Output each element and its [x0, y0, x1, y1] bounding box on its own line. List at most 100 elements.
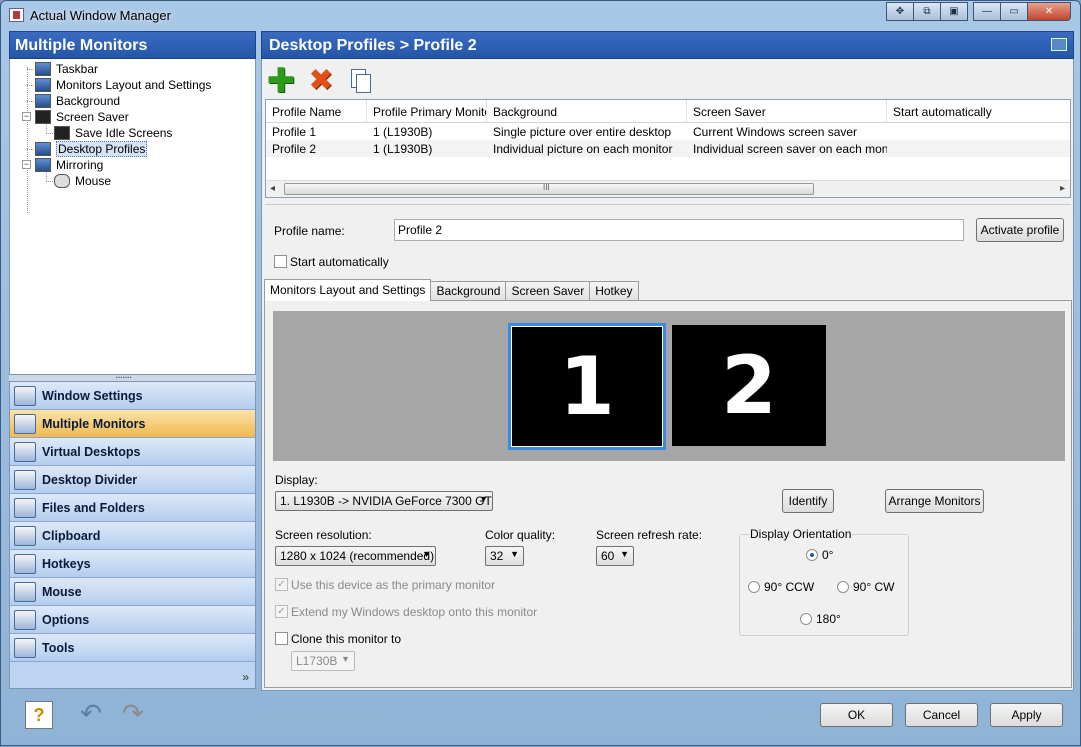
- table-horizontal-scrollbar[interactable]: ◂ ▸: [266, 180, 1070, 197]
- add-profile-button[interactable]: ✚: [266, 62, 296, 100]
- mirroring-icon: [35, 158, 51, 172]
- orientation-90cw-radio[interactable]: [837, 581, 849, 593]
- monitor-1[interactable]: 1: [508, 323, 666, 450]
- category-nav: Window Settings Multiple Monitors Virtua…: [9, 381, 256, 689]
- tree-item-taskbar[interactable]: Taskbar: [35, 61, 98, 77]
- extend-desktop-checkbox[interactable]: ✓: [275, 605, 288, 618]
- orientation-0-label: 0°: [822, 548, 834, 562]
- color-quality-select[interactable]: 32 ▼: [485, 546, 524, 566]
- chevron-down-icon: ▼: [422, 549, 431, 559]
- left-panel-title: Multiple Monitors: [9, 31, 256, 59]
- resolution-select[interactable]: 1280 x 1024 (recommended) ▼: [275, 546, 436, 566]
- refresh-rate-select[interactable]: 60 ▼: [596, 546, 634, 566]
- right-panel: ✚ ✖ Profile Name Profile Primary Monitor…: [261, 59, 1074, 691]
- multiple-monitors-icon: [14, 413, 36, 434]
- panel-options-icon[interactable]: [1051, 38, 1067, 51]
- primary-monitor-checkbox[interactable]: ✓: [275, 578, 288, 591]
- column-screen-saver[interactable]: Screen Saver: [687, 100, 887, 122]
- table-row[interactable]: Profile 2 1 (L1930B) Individual picture …: [266, 140, 1070, 157]
- tree-item-mirroring[interactable]: Mirroring: [35, 157, 103, 173]
- tree-item-monitors-layout[interactable]: Monitors Layout and Settings: [35, 77, 211, 93]
- profile-name-input[interactable]: Profile 2: [394, 219, 964, 241]
- nav-tools[interactable]: Tools: [10, 634, 255, 662]
- mouse-icon: [14, 581, 36, 602]
- column-start-automatically[interactable]: Start automatically: [887, 100, 1070, 122]
- nav-virtual-desktops[interactable]: Virtual Desktops: [10, 438, 255, 466]
- tab-background[interactable]: Background: [430, 281, 507, 301]
- help-icon[interactable]: ?: [25, 701, 53, 729]
- mirroring-collapse-toggle[interactable]: −: [22, 160, 31, 169]
- mouse-icon: [54, 174, 70, 188]
- move-icon[interactable]: ✥: [886, 2, 914, 21]
- undo-icon[interactable]: ↶: [77, 699, 105, 727]
- minimize-icon[interactable]: —: [973, 2, 1001, 21]
- monitor-2[interactable]: 2: [672, 325, 826, 446]
- close-icon[interactable]: ✕: [1027, 2, 1071, 21]
- copy-profile-button[interactable]: [346, 66, 376, 96]
- tab-monitors-layout[interactable]: Monitors Layout and Settings: [264, 279, 432, 301]
- nav-options[interactable]: Options: [10, 606, 255, 634]
- arrange-monitors-button[interactable]: Arrange Monitors: [885, 489, 984, 513]
- nav-window-settings[interactable]: Window Settings: [10, 382, 255, 410]
- orientation-0-radio[interactable]: [806, 549, 818, 561]
- extend-desktop-label: Extend my Windows desktop onto this moni…: [291, 605, 538, 619]
- footer-bar: ? ↶ ↷ OK Cancel Apply: [1, 691, 1081, 747]
- titlebar-extra-buttons: ✥ ⧉ ▣: [886, 2, 968, 22]
- activate-profile-button[interactable]: Activate profile: [976, 218, 1064, 242]
- tree-item-mouse[interactable]: Mouse: [54, 173, 111, 189]
- scroll-thumb[interactable]: [284, 183, 814, 195]
- redo-icon[interactable]: ↷: [119, 699, 147, 727]
- nav-desktop-divider[interactable]: Desktop Divider: [10, 466, 255, 494]
- apply-button[interactable]: Apply: [990, 703, 1063, 727]
- idle-screen-icon: [54, 126, 70, 140]
- orientation-180-radio[interactable]: [800, 613, 812, 625]
- options-icon: [14, 609, 36, 630]
- display-select[interactable]: 1. L1930B -> NVIDIA GeForce 7300 GT ▼: [275, 491, 493, 511]
- app-logo-icon: [9, 8, 24, 22]
- column-background[interactable]: Background: [487, 100, 687, 122]
- pin-icon[interactable]: ▣: [940, 2, 968, 21]
- minimize-to-tray-icon[interactable]: ⧉: [913, 2, 941, 21]
- cancel-button[interactable]: Cancel: [905, 703, 978, 727]
- nav-hotkeys[interactable]: Hotkeys: [10, 550, 255, 578]
- orientation-90ccw-radio[interactable]: [748, 581, 760, 593]
- chevron-down-icon: ▼: [341, 654, 350, 664]
- tab-hotkey[interactable]: Hotkey: [589, 281, 639, 301]
- table-row[interactable]: Profile 1 1 (L1930B) Single picture over…: [266, 123, 1070, 140]
- plus-icon: ✚: [266, 62, 296, 100]
- nav-multiple-monitors[interactable]: Multiple Monitors: [10, 410, 255, 438]
- column-primary-monitor[interactable]: Profile Primary Monitor: [367, 100, 487, 122]
- divider: [265, 204, 1071, 205]
- display-label: Display:: [275, 473, 318, 487]
- nav-clipboard[interactable]: Clipboard: [10, 522, 255, 550]
- clone-target-select[interactable]: L1730B ▼: [291, 651, 355, 671]
- tab-screen-saver[interactable]: Screen Saver: [505, 281, 591, 301]
- chevron-down-icon: ▼: [620, 549, 629, 559]
- screen-saver-icon: [35, 110, 51, 124]
- virtual-desktops-icon: [14, 441, 36, 462]
- start-automatically-label: Start automatically: [290, 255, 389, 269]
- ok-button[interactable]: OK: [820, 703, 893, 727]
- nav-files-and-folders[interactable]: Files and Folders: [10, 494, 255, 522]
- tree-item-save-idle-screens[interactable]: Save Idle Screens: [54, 125, 172, 141]
- screen-saver-collapse-toggle[interactable]: −: [22, 112, 31, 121]
- scroll-right-icon[interactable]: ▸: [1060, 183, 1065, 194]
- column-profile-name[interactable]: Profile Name: [266, 100, 367, 122]
- nav-mouse[interactable]: Mouse: [10, 578, 255, 606]
- maximize-icon[interactable]: ▭: [1000, 2, 1028, 21]
- profiles-table: Profile Name Profile Primary Monitor Bac…: [265, 99, 1071, 198]
- orientation-90ccw-label: 90° CCW: [764, 580, 815, 594]
- scroll-left-icon[interactable]: ◂: [270, 183, 275, 194]
- clone-monitor-checkbox[interactable]: [275, 632, 288, 645]
- tree-item-screen-saver[interactable]: Screen Saver: [35, 109, 129, 125]
- app-window: Actual Window Manager ✥ ⧉ ▣ — ▭ ✕ Multip…: [0, 0, 1081, 746]
- more-chevron-icon[interactable]: »: [242, 670, 249, 684]
- identify-button[interactable]: Identify: [782, 489, 834, 513]
- start-automatically-checkbox[interactable]: [274, 255, 287, 268]
- window-settings-icon: [14, 385, 36, 406]
- tree-item-background[interactable]: Background: [35, 93, 120, 109]
- tree-item-desktop-profiles[interactable]: Desktop Profiles: [35, 141, 148, 157]
- primary-monitor-label: Use this device as the primary monitor: [291, 578, 496, 592]
- delete-profile-button[interactable]: ✖: [306, 66, 336, 96]
- keyboard-icon: [14, 553, 36, 574]
